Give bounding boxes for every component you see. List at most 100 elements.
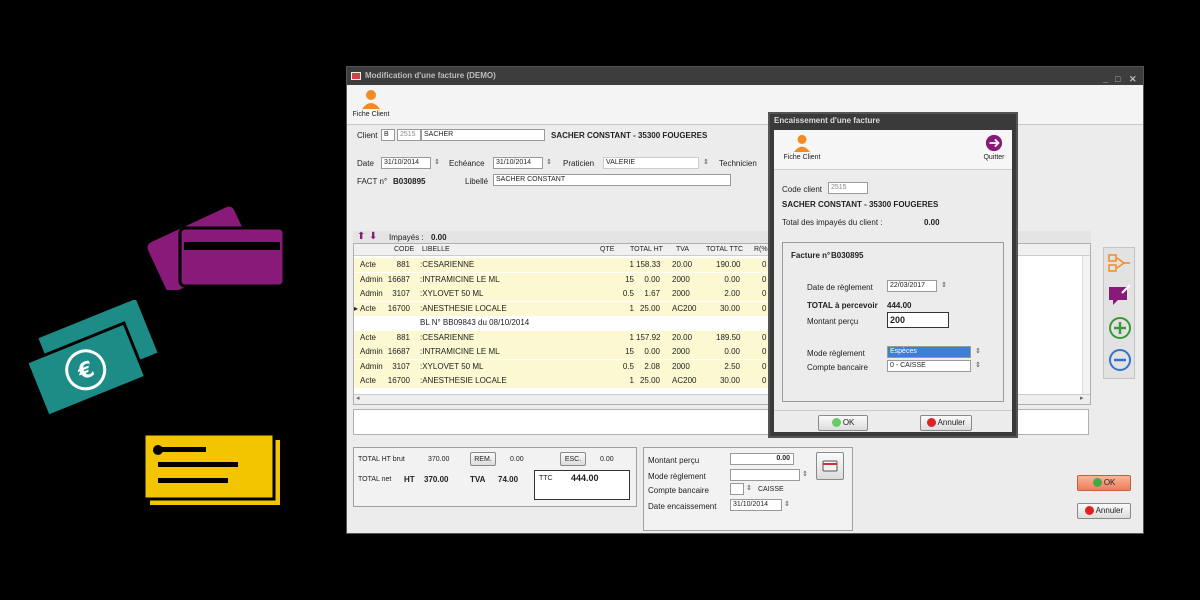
client-name-field[interactable]: SACHER <box>421 129 545 141</box>
scroll-right-icon[interactable]: ▸ <box>1080 394 1084 402</box>
fiche-client-button[interactable]: Fiche Client <box>351 89 391 121</box>
date-enc-spinner[interactable]: ⇕ <box>784 500 790 508</box>
side-tools <box>1103 247 1135 379</box>
col-libelle[interactable]: LIBELLE <box>422 244 450 256</box>
quitter-button[interactable]: Quitter <box>978 134 1010 161</box>
dialog-fiche-client-button[interactable]: Fiche Client <box>780 134 824 161</box>
rem-button[interactable]: REM. <box>470 452 496 466</box>
row-total-ttc: 190.00 <box>716 260 741 269</box>
mode-spinner[interactable]: ⇕ <box>802 470 808 478</box>
vertical-scrollbar[interactable] <box>1082 256 1090 394</box>
dialog-client-full: SACHER CONSTANT - 35300 FOUGERES <box>782 200 939 209</box>
compte-name: CAISSE <box>758 486 784 493</box>
date-reglement-spinner[interactable]: ⇕ <box>941 281 947 289</box>
table-row[interactable]: Acte 16700:ANESTHESIE LOCALE 1 25.00 AC200 30… <box>354 374 768 388</box>
quitter-label: Quitter <box>983 154 1005 161</box>
row-code: 16687 <box>387 274 410 284</box>
date-reglement-label: Date de règlement <box>807 283 873 292</box>
table-row[interactable]: BL N° BB09843 du 08/10/2014 <box>354 316 768 330</box>
date-enc-field[interactable]: 31/10/2014 <box>730 499 782 511</box>
compte-code-field[interactable] <box>730 483 744 495</box>
echeance-spinner[interactable]: ⇕ <box>546 158 552 166</box>
praticien-label: Praticien <box>563 159 595 168</box>
cancel-icon <box>1084 506 1094 516</box>
edit-note-icon[interactable] <box>1108 284 1132 306</box>
facture-number: B030895 <box>831 251 864 260</box>
invoice-window: Modification d'une facture (DEMO) _ □ ✕ … <box>346 66 1144 534</box>
row-r: 0 <box>762 260 767 269</box>
montant-percu-label: Montant perçu <box>807 317 859 326</box>
mode-reglement-label: Mode règlement <box>807 349 865 358</box>
date-reglement-field[interactable]: 22/03/2017 <box>887 280 937 292</box>
remove-line-icon[interactable] <box>1108 348 1132 372</box>
current-row-marker: ▸ <box>354 303 359 313</box>
row-total-ttc: 30.00 <box>719 376 740 385</box>
esc-button[interactable]: ESC. <box>560 452 586 466</box>
arrow-down-icon[interactable]: ⬇ <box>369 231 377 243</box>
compte-spinner[interactable]: ⇕ <box>746 484 752 492</box>
row-total-ttc: 2.00 <box>724 289 740 298</box>
client-prefix-field[interactable]: B <box>381 129 395 141</box>
mode-reglement-spinner[interactable]: ⇕ <box>975 347 981 355</box>
row-tva: 2000 <box>672 361 690 371</box>
client-code-field[interactable]: 2515 <box>397 129 421 141</box>
dialog-annuler-button[interactable]: Annuler <box>920 415 972 431</box>
window-titlebar: Modification d'une facture (DEMO) _ □ ✕ <box>347 67 1143 85</box>
fiche-client-label: Fiche Client <box>352 111 390 118</box>
col-code[interactable]: CODE <box>394 244 414 256</box>
rem-value: 0.00 <box>510 456 524 463</box>
scroll-left-icon[interactable]: ◂ <box>356 394 360 402</box>
row-total-ht: 2.08 <box>644 361 660 371</box>
split-icon[interactable] <box>1108 252 1132 274</box>
row-total-ttc: 189.50 <box>716 332 741 342</box>
tva-value: 74.00 <box>498 475 519 484</box>
arrow-up-icon[interactable]: ⬆ <box>357 231 365 243</box>
table-row[interactable]: ▸ Acte 16700:ANESTHESIE LOCALE 1 25.00 AC200 3… <box>354 301 768 316</box>
date-spinner[interactable]: ⇕ <box>434 158 440 166</box>
row-libelle: :XYLOVET 50 ML <box>420 289 484 298</box>
echeance-field[interactable]: 31/10/2014 <box>493 157 543 169</box>
col-total-ht[interactable]: TOTAL HT <box>630 244 663 256</box>
net-ht-value: 370.00 <box>424 475 449 484</box>
row-qte: 0.5 <box>622 361 634 371</box>
row-total-ht: 1.67 <box>644 289 660 298</box>
row-tva: 2000 <box>672 347 690 356</box>
compte-bancaire-spinner[interactable]: ⇕ <box>975 361 981 369</box>
praticien-spinner[interactable]: ⇕ <box>703 158 709 166</box>
montant-label: Montant perçu <box>648 456 700 465</box>
mode-select[interactable] <box>730 469 800 481</box>
libelle-field[interactable]: SACHER CONSTANT <box>493 174 731 186</box>
praticien-select[interactable]: VALERIE <box>603 157 699 169</box>
compte-bancaire-select[interactable]: 0 - CAISSE <box>887 360 971 372</box>
col-tva[interactable]: TVA <box>676 244 689 256</box>
table-row[interactable]: Admin 16687:INTRAMICINE LE ML 15 0.00 2000 0.… <box>354 272 768 287</box>
add-line-icon[interactable] <box>1108 316 1132 340</box>
annuler-button[interactable]: Annuler <box>1077 503 1131 519</box>
echeance-label: Echéance <box>449 159 485 168</box>
dialog-ok-button[interactable]: OK <box>818 415 868 431</box>
col-total-ttc[interactable]: TOTAL TTC <box>706 244 743 256</box>
ok-button[interactable]: OK <box>1077 475 1131 491</box>
mode-reglement-select[interactable]: Espèces <box>887 346 971 358</box>
table-row[interactable]: Admin 16687:INTRAMICINE LE ML 15 0.00 2000 0.… <box>354 345 768 359</box>
table-row[interactable]: Acte 881:CESARIENNE 1 158.33 20.00 190.00 0 <box>354 258 768 272</box>
row-tva: 2000 <box>672 274 690 284</box>
date-field[interactable]: 31/10/2014 <box>381 157 431 169</box>
col-qte[interactable]: QTE <box>600 244 614 256</box>
code-client-field[interactable]: 2515 <box>828 182 868 194</box>
row-libelle: :ANESTHESIE LOCALE <box>420 376 507 385</box>
table-row[interactable]: Admin 3107:XYLOVET 50 ML 0.5 2.08 2000 2.50 0 <box>354 359 768 374</box>
row-r: 0 <box>762 347 767 356</box>
table-row[interactable]: Acte 881:CESARIENNE 1 157.92 20.00 189.50 0 <box>354 330 768 345</box>
montant-percu-field[interactable]: 200 <box>887 312 949 328</box>
encaissement-dialog: Encaissement d'une facture Fiche Client … <box>768 112 1018 438</box>
table-row[interactable]: Admin 3107:XYLOVET 50 ML 0.5 1.67 2000 2.00 0 <box>354 287 768 301</box>
row-tva: 2000 <box>672 289 690 298</box>
row-qte: 1 <box>629 376 634 385</box>
montant-field[interactable]: 0.00 <box>730 453 794 465</box>
facture-group: Facture n° B030895 Date de règlement 22/… <box>782 242 1004 402</box>
payment-card-button[interactable] <box>816 452 844 480</box>
payment-panel: Montant perçu 0.00 Mode règlement ⇕ Comp… <box>643 447 853 531</box>
libelle-label: Libellé <box>465 177 489 186</box>
check-icon <box>831 418 841 428</box>
